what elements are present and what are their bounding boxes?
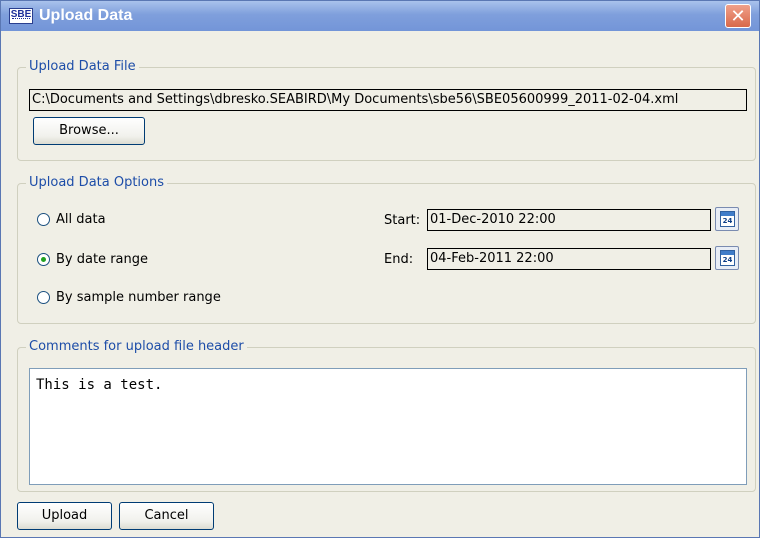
cancel-button[interactable]: Cancel	[119, 502, 214, 530]
calendar-icon: 24	[720, 211, 735, 227]
radio-all-data[interactable]: All data	[37, 212, 106, 227]
comments-group: Comments for upload file header This is …	[17, 339, 756, 492]
upload-button[interactable]: Upload	[17, 502, 112, 530]
end-calendar-button[interactable]: 24	[715, 246, 739, 270]
upload-data-dialog: SBE Upload Data ✕ Upload Data File C:\Do…	[0, 0, 760, 538]
comments-legend: Comments for upload file header	[26, 339, 247, 355]
radio-label: By sample number range	[56, 290, 221, 305]
upload-options-legend: Upload Data Options	[26, 175, 168, 191]
close-icon: ✕	[730, 5, 746, 27]
radio-by-date-range[interactable]: By date range	[37, 252, 148, 267]
start-calendar-button[interactable]: 24	[715, 207, 739, 231]
end-date-field[interactable]: 04-Feb-2011 22:00	[427, 248, 711, 270]
radio-button[interactable]	[37, 291, 50, 304]
radio-label: By date range	[56, 252, 148, 267]
sbe-app-icon: SBE	[9, 8, 33, 24]
start-date-field[interactable]: 01-Dec-2010 22:00	[427, 209, 711, 231]
comments-textarea[interactable]: This is a test.	[29, 368, 747, 485]
calendar-icon-number: 24	[722, 217, 733, 225]
title-bar[interactable]: SBE Upload Data ✕	[1, 1, 759, 31]
close-button[interactable]: ✕	[725, 4, 751, 28]
upload-file-group: Upload Data File C:\Documents and Settin…	[17, 59, 756, 161]
calendar-icon: 24	[720, 250, 735, 266]
radio-by-sample-number-range[interactable]: By sample number range	[37, 290, 221, 305]
file-path-field[interactable]: C:\Documents and Settings\dbresko.SEABIR…	[29, 89, 747, 111]
window-title: Upload Data	[39, 7, 133, 24]
browse-button[interactable]: Browse...	[33, 117, 145, 145]
start-label: Start:	[384, 213, 421, 228]
end-label: End:	[384, 252, 414, 267]
radio-button[interactable]	[37, 253, 50, 266]
radio-label: All data	[56, 212, 106, 227]
upload-options-group: Upload Data Options All data By date ran…	[17, 175, 756, 324]
radio-button[interactable]	[37, 213, 50, 226]
upload-file-legend: Upload Data File	[26, 59, 139, 75]
calendar-icon-number: 24	[722, 256, 733, 264]
